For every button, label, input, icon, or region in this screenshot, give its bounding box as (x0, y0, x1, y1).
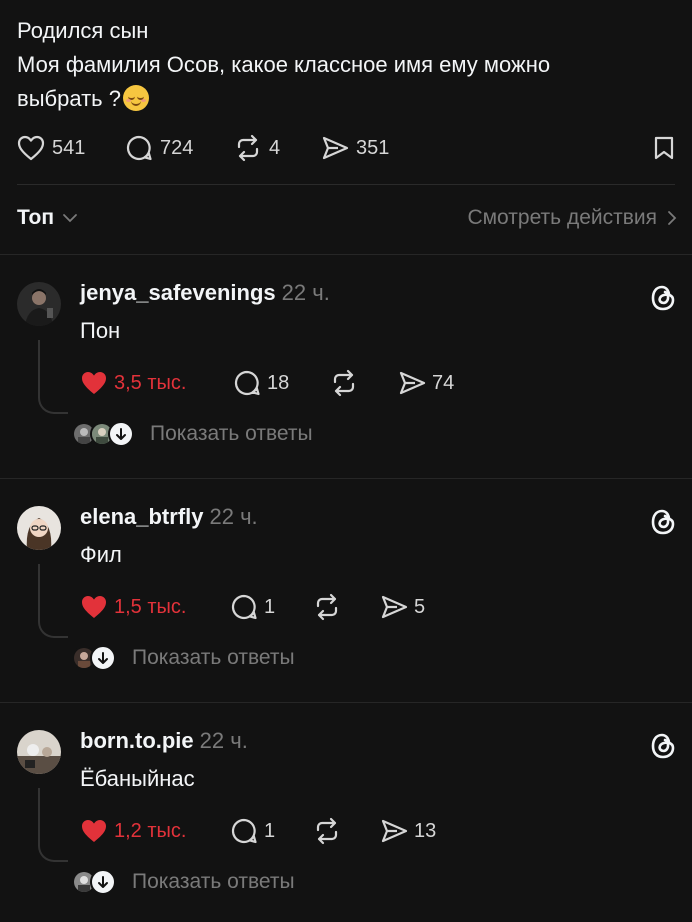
post-text-line: Моя фамилия Осов, какое классное имя ему… (17, 52, 551, 77)
avatar[interactable] (17, 282, 61, 326)
reply-button[interactable]: 18 (233, 368, 289, 398)
comment-bubble-icon (126, 135, 152, 161)
comment-button[interactable]: 724 (125, 132, 193, 164)
divider (17, 184, 675, 185)
send-icon (399, 371, 426, 395)
show-replies-button[interactable]: Показать ответы (72, 868, 295, 896)
share-button[interactable]: 13 (380, 816, 436, 846)
avatar[interactable] (17, 506, 61, 550)
comment-text: Фил (80, 542, 122, 567)
bookmark-button[interactable] (653, 132, 675, 164)
like-count: 1,5 тыс. (114, 595, 187, 618)
like-count: 541 (52, 136, 86, 159)
repost-button[interactable]: 4 (234, 132, 280, 164)
sort-bar: Топ Смотреть действия (17, 204, 677, 236)
share-button[interactable]: 351 (321, 132, 389, 164)
arrow-down-icon (90, 869, 116, 895)
repost-icon (333, 369, 355, 397)
like-button[interactable]: 1,5 тыс. (80, 592, 186, 622)
show-replies-label: Показать ответы (132, 646, 295, 669)
heart-filled-icon (82, 820, 106, 842)
show-replies-label: Показать ответы (150, 422, 313, 445)
reply-count: 18 (267, 371, 290, 394)
avatar[interactable] (17, 730, 61, 774)
share-count: 351 (356, 136, 390, 159)
send-icon (322, 136, 349, 160)
like-button[interactable]: 1,2 тыс. (80, 816, 186, 846)
comment-actions: 3,5 тыс. 18 74 (80, 368, 560, 398)
share-button[interactable]: 74 (398, 368, 454, 398)
threads-logo-icon[interactable] (650, 284, 676, 317)
reply-count: 1 (264, 819, 276, 842)
thread-line (38, 340, 68, 414)
view-activity-link[interactable]: Смотреть действия (467, 206, 677, 230)
reply-button[interactable]: 1 (230, 592, 275, 622)
comment-item: jenya_safevenings 22 ч. Пон 3,5 тыс. 18 7… (0, 254, 692, 478)
share-count: 5 (414, 595, 426, 618)
share-count: 13 (414, 819, 437, 842)
reply-button[interactable]: 1 (230, 816, 275, 846)
relieved-face-emoji-icon (122, 85, 149, 111)
sort-label: Топ (17, 206, 55, 229)
username[interactable]: elena_btrfly 22 ч. (80, 504, 258, 530)
like-count: 1,2 тыс. (114, 819, 187, 842)
comment-item: elena_btrfly 22 ч. Фил 1,5 тыс. 1 5 Показ… (0, 478, 692, 702)
comment-bubble-icon (231, 818, 257, 844)
comment-count: 724 (160, 136, 194, 159)
username[interactable]: born.to.pie 22 ч. (80, 728, 248, 754)
reply-count: 1 (264, 595, 276, 618)
comment-bubble-icon (234, 370, 260, 396)
repost-button[interactable] (330, 368, 358, 398)
timestamp: 22 ч. (281, 280, 330, 305)
like-count: 3,5 тыс. (114, 371, 187, 394)
send-icon (381, 819, 408, 843)
timestamp: 22 ч. (209, 504, 258, 529)
threads-logo-icon[interactable] (650, 508, 676, 541)
heart-icon (17, 135, 45, 161)
sort-dropdown[interactable]: Топ (17, 206, 78, 230)
repost-icon (316, 593, 338, 621)
heart-filled-icon (82, 372, 106, 394)
show-replies-button[interactable]: Показать ответы (72, 420, 313, 448)
post-body: Родился сын Моя фамилия Осов, какое клас… (17, 14, 657, 116)
comment-actions: 1,2 тыс. 1 13 (80, 816, 560, 846)
repost-icon (316, 817, 338, 845)
share-count: 74 (432, 371, 455, 394)
comment-bubble-icon (231, 594, 257, 620)
repost-button[interactable] (313, 592, 341, 622)
comment-text: Ёбаныйнас (80, 766, 195, 791)
comment-text: Пон (80, 318, 121, 343)
share-button[interactable]: 5 (380, 592, 425, 622)
chevron-down-icon (63, 214, 77, 223)
repost-count: 4 (269, 136, 281, 159)
repost-button[interactable] (313, 816, 341, 846)
comment-item: born.to.pie 22 ч. Ёбаныйнас 1,2 тыс. 1 13… (0, 702, 692, 922)
thread-line (38, 564, 68, 638)
post-text-line: выбрать ? (17, 82, 657, 116)
show-replies-button[interactable]: Показать ответы (72, 644, 295, 672)
view-activity-label: Смотреть действия (467, 206, 657, 229)
bookmark-icon (654, 136, 674, 160)
arrow-down-icon (90, 645, 116, 671)
chevron-right-icon (668, 211, 677, 225)
send-icon (381, 595, 408, 619)
like-button[interactable]: 3,5 тыс. (80, 368, 186, 398)
post-actions: 541 724 4 351 (17, 132, 677, 164)
post-title: Родился сын (17, 18, 149, 43)
username[interactable]: jenya_safevenings 22 ч. (80, 280, 330, 306)
arrow-down-icon (108, 421, 134, 447)
like-button[interactable]: 541 (17, 132, 85, 164)
show-replies-label: Показать ответы (132, 870, 295, 893)
threads-logo-icon[interactable] (650, 732, 676, 765)
timestamp: 22 ч. (199, 728, 248, 753)
thread-line (38, 788, 68, 862)
comment-actions: 1,5 тыс. 1 5 (80, 592, 560, 622)
heart-filled-icon (82, 596, 106, 618)
repost-icon (237, 134, 259, 162)
